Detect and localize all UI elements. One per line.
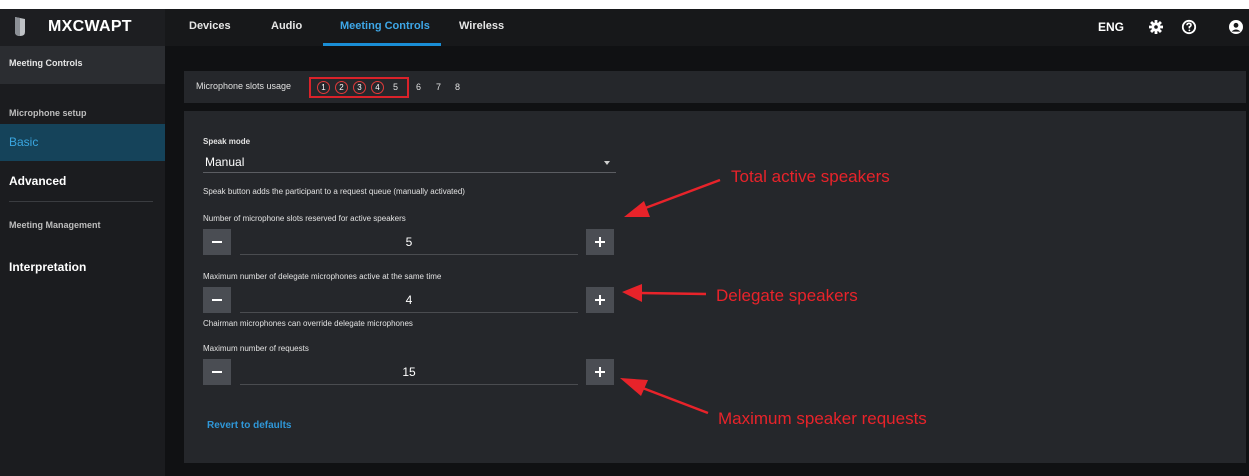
slot-5: 5 bbox=[393, 82, 399, 92]
max-delegate-increment-button[interactable] bbox=[586, 287, 614, 313]
max-requests-input[interactable]: 15 bbox=[240, 359, 578, 385]
sidebar-item-advanced[interactable]: Advanced bbox=[0, 163, 165, 200]
user-icon[interactable] bbox=[1228, 19, 1244, 35]
speak-mode-value: Manual bbox=[205, 155, 245, 169]
max-delegate-decrement-button[interactable] bbox=[203, 287, 231, 313]
max-requests-value: 15 bbox=[402, 365, 416, 379]
minus-icon bbox=[212, 241, 222, 243]
sidebar-divider bbox=[9, 201, 153, 202]
tab-devices[interactable]: Devices bbox=[189, 20, 231, 32]
help-icon[interactable] bbox=[1181, 19, 1197, 35]
top-navigation-bar: MXCWAPT Devices Audio Meeting Controls W… bbox=[0, 9, 1249, 46]
slots-reserved-label: Number of microphone slots reserved for … bbox=[203, 214, 406, 223]
slots-usage-label: Microphone slots usage bbox=[196, 81, 292, 91]
slots-reserved-decrement-button[interactable] bbox=[203, 229, 231, 255]
sidebar-item-basic[interactable]: Basic bbox=[0, 124, 165, 161]
sidebar-section-meeting-management: Meeting Management bbox=[9, 220, 101, 230]
slot-7: 7 bbox=[436, 82, 442, 92]
app-window: MXCWAPT Devices Audio Meeting Controls W… bbox=[0, 9, 1249, 476]
language-selector[interactable]: ENG bbox=[1098, 20, 1124, 34]
max-delegate-input[interactable]: 4 bbox=[240, 287, 578, 313]
tab-audio[interactable]: Audio bbox=[271, 20, 302, 32]
tab-meeting-controls[interactable]: Meeting Controls bbox=[340, 20, 430, 32]
minus-icon bbox=[212, 299, 222, 301]
slot-used-2: 2 bbox=[335, 81, 348, 94]
annotation-maximum-speaker-requests: Maximum speaker requests bbox=[718, 409, 927, 428]
device-logo-icon bbox=[15, 17, 25, 36]
brand-area: MXCWAPT bbox=[0, 9, 165, 46]
sidebar-item-interpretation[interactable]: Interpretation bbox=[0, 249, 165, 286]
slots-reserved-input[interactable]: 5 bbox=[240, 229, 578, 255]
microphone-slots-bar: Microphone slots usage 1 2 3 4 5 6 7 8 bbox=[184, 71, 1246, 103]
max-requests-increment-button[interactable] bbox=[586, 359, 614, 385]
plus-icon-vertical bbox=[599, 295, 601, 305]
speak-mode-help: Speak button adds the participant to a r… bbox=[203, 187, 465, 196]
plus-icon-vertical bbox=[599, 237, 601, 247]
max-delegate-label: Maximum number of delegate microphones a… bbox=[203, 272, 442, 281]
max-requests-label: Maximum number of requests bbox=[203, 344, 309, 353]
slot-used-4: 4 bbox=[371, 81, 384, 94]
settings-panel: Speak mode Manual Speak button adds the … bbox=[184, 111, 1246, 463]
slots-reserved-increment-button[interactable] bbox=[586, 229, 614, 255]
gear-icon[interactable] bbox=[1148, 19, 1164, 35]
annotation-delegate-speakers: Delegate speakers bbox=[716, 286, 858, 305]
slots-reserved-value: 5 bbox=[405, 235, 413, 249]
annotation-total-active-speakers: Total active speakers bbox=[731, 167, 890, 186]
speak-mode-label: Speak mode bbox=[203, 137, 251, 146]
main-content: Microphone slots usage 1 2 3 4 5 6 7 8 S… bbox=[165, 46, 1249, 476]
sidebar-section-microphone-setup: Microphone setup bbox=[9, 108, 87, 118]
slot-8: 8 bbox=[455, 82, 461, 92]
minus-icon bbox=[212, 371, 222, 373]
max-delegate-value: 4 bbox=[405, 293, 413, 307]
tab-wireless[interactable]: Wireless bbox=[459, 20, 504, 32]
plus-icon-vertical bbox=[599, 367, 601, 377]
speak-mode-select[interactable]: Manual bbox=[203, 154, 616, 173]
chevron-down-icon bbox=[604, 161, 610, 165]
slot-6: 6 bbox=[416, 82, 422, 92]
sidebar: Meeting Controls Microphone setup Basic … bbox=[0, 46, 165, 476]
sidebar-section-meeting-controls[interactable]: Meeting Controls bbox=[0, 46, 165, 84]
slot-used-3: 3 bbox=[353, 81, 366, 94]
max-requests-decrement-button[interactable] bbox=[203, 359, 231, 385]
slot-used-1: 1 bbox=[317, 81, 330, 94]
app-name: MXCWAPT bbox=[48, 18, 132, 35]
chairman-note: Chairman microphones can override delega… bbox=[203, 319, 413, 328]
revert-to-defaults-link[interactable]: Revert to defaults bbox=[207, 420, 291, 431]
